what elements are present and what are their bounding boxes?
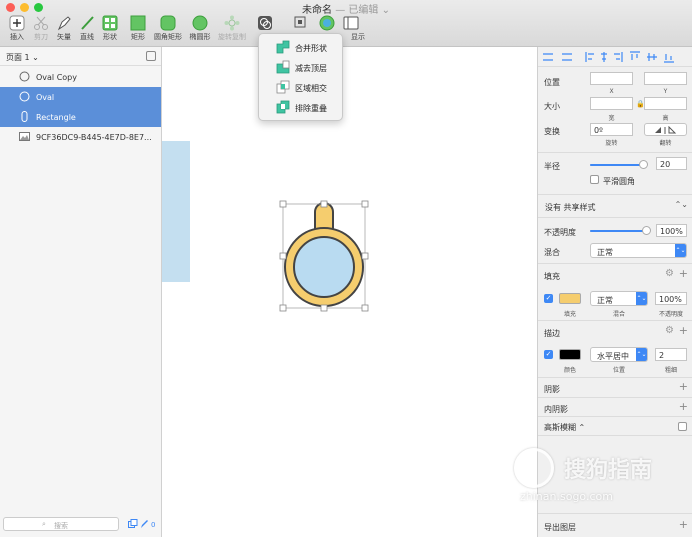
- grid-shapes-icon: [102, 15, 118, 31]
- boolean-operations-menu: 合并形状 减去顶层 区域相交 排除重叠: [258, 33, 343, 121]
- opacity-slider-fill: [590, 230, 647, 232]
- select-arrow-icon: ⌃⌄: [636, 348, 647, 361]
- opacity-field[interactable]: 100%: [656, 224, 687, 237]
- alignment-bar: [538, 47, 692, 67]
- shared-style-section[interactable]: 没有 共享样式 ⌃⌄: [538, 195, 692, 218]
- menu-item-intersect[interactable]: 区域相交: [259, 77, 344, 97]
- alignment-icons[interactable]: [542, 51, 692, 63]
- fill-blend-select[interactable]: 正常 ⌃⌄: [590, 291, 648, 306]
- gear-icon[interactable]: ⚙: [665, 325, 674, 336]
- search-icon: ⌕: [42, 520, 46, 528]
- combine-icon: [258, 16, 272, 30]
- canvas-artwork: [162, 141, 369, 312]
- opacity-slider[interactable]: [590, 226, 651, 235]
- fill-opacity-field[interactable]: 100%: [655, 292, 687, 305]
- add-inner-shadow-plus-icon[interactable]: +: [679, 400, 688, 413]
- radius-slider-fill: [590, 164, 645, 166]
- export-section: 导出图层 +: [538, 513, 692, 537]
- border-position-select[interactable]: 水平居中 ⌃⌄: [590, 347, 648, 362]
- inspector-panel: 位置 X Y 大小 🔒 宽 高 变换 0º 旋转 翻转 半径 20 平滑圆角 没…: [537, 47, 692, 537]
- smooth-corners-checkbox[interactable]: [590, 175, 599, 184]
- fill-color-swatch[interactable]: [559, 293, 581, 304]
- blur-enabled-checkbox[interactable]: [678, 422, 687, 431]
- rectangle-icon: [130, 15, 146, 31]
- add-border-plus-icon[interactable]: +: [679, 324, 688, 337]
- add-export-plus-icon[interactable]: +: [679, 518, 688, 531]
- oval-layer-icon: [19, 91, 30, 102]
- window-title: 未命名 — 已编辑 ⌄: [302, 5, 390, 16]
- inner-shadow-section: 内阴影 +: [538, 398, 692, 417]
- flip-buttons[interactable]: [644, 123, 687, 136]
- position-x-field[interactable]: [590, 72, 633, 85]
- layer-row-oval[interactable]: Oval: [0, 87, 161, 107]
- plus-icon: [9, 15, 25, 31]
- copy-icon[interactable]: [128, 519, 138, 529]
- layer-row-oval-copy[interactable]: Oval Copy: [0, 67, 161, 87]
- geometry-section: 位置 X Y 大小 🔒 宽 高 变换 0º 旋转 翻转 半径 20 平滑圆角: [538, 67, 692, 195]
- border-width-field[interactable]: 2: [655, 348, 687, 361]
- border-enabled-checkbox[interactable]: ✓: [544, 350, 553, 359]
- layers-panel: 页面 1 ⌄ Oval Copy Oval Rectangle 9CF36DC9…: [0, 47, 162, 537]
- add-fill-plus-icon[interactable]: +: [679, 267, 688, 280]
- union-icon: [276, 40, 290, 54]
- flip-icon: [655, 126, 677, 134]
- menu-item-subtract[interactable]: 减去顶层: [259, 57, 344, 77]
- oval-icon: [192, 15, 208, 31]
- blur-section: 高斯模糊 ⌃: [538, 417, 692, 436]
- fill-section: 填充 ⚙ + ✓ 正常 ⌃⌄ 100% 填充 混合 不透明度: [538, 264, 692, 321]
- layer-search-input[interactable]: ⌕ 搜索: [3, 517, 119, 531]
- border-section: 描边 ⚙ + ✓ 水平居中 ⌃⌄ 2 颜色 位置 粗细: [538, 321, 692, 378]
- radius-slider-knob[interactable]: [639, 160, 649, 169]
- oval-layer-icon: [19, 71, 30, 82]
- rotate-copies-tool[interactable]: 旋转复制: [215, 15, 249, 45]
- blend-mode-select[interactable]: 正常 ⌃⌄: [590, 243, 687, 258]
- oval-tool[interactable]: 椭圆形: [183, 15, 217, 45]
- edit-pen-icon[interactable]: [140, 519, 149, 529]
- border-color-swatch[interactable]: [559, 349, 581, 360]
- position-y-field[interactable]: [644, 72, 687, 85]
- menu-item-difference[interactable]: 排除重叠: [259, 97, 344, 117]
- radius-field[interactable]: 20: [656, 157, 687, 170]
- layer-row-bitmap[interactable]: 9CF36DC9-B445-4E7D-8E7...: [0, 127, 161, 147]
- divider: [538, 152, 692, 153]
- height-field[interactable]: [644, 97, 687, 110]
- opacity-slider-knob[interactable]: [642, 226, 651, 235]
- view-icon: [343, 16, 359, 30]
- width-field[interactable]: [590, 97, 633, 110]
- select-arrow-icon: ⌃⌄: [636, 292, 647, 305]
- mask-icon: [319, 15, 335, 31]
- difference-icon: [276, 100, 290, 114]
- layer-row-rectangle[interactable]: Rectangle: [0, 107, 161, 127]
- gear-icon[interactable]: ⚙: [665, 268, 674, 279]
- rectangle-tool[interactable]: 矩形: [121, 15, 155, 45]
- rounded-rectangle-layer-icon: [21, 111, 28, 122]
- oval-copy-shape[interactable]: [293, 236, 355, 298]
- fill-enabled-checkbox[interactable]: ✓: [544, 294, 553, 303]
- subtract-icon: [276, 60, 290, 74]
- rotation-field[interactable]: 0º: [590, 123, 633, 136]
- title-bar: 未命名 — 已编辑 ⌄ 插入 剪刀 矢量 直线 形状 矩形 圆角矩形 椭圆形 旋…: [0, 0, 692, 47]
- add-page-icon[interactable]: [146, 51, 156, 61]
- page-selector[interactable]: 页面 1 ⌄: [0, 47, 161, 66]
- layout-icon: [294, 16, 306, 28]
- page-label[interactable]: 页面 1 ⌄: [6, 52, 39, 63]
- radius-slider[interactable]: [590, 160, 649, 169]
- select-arrow-icon: ⌃⌄: [675, 244, 686, 257]
- bitmap-layer[interactable]: [162, 141, 190, 282]
- canvas[interactable]: [162, 47, 537, 537]
- intersect-icon: [276, 80, 290, 94]
- appearance-section: 不透明度 100% 混合 正常 ⌃⌄: [538, 218, 692, 264]
- shadow-section: 阴影 +: [538, 378, 692, 398]
- rounded-rectangle-tool[interactable]: 圆角矩形: [151, 15, 185, 45]
- rotate-copies-icon: [224, 15, 240, 31]
- add-shadow-plus-icon[interactable]: +: [679, 380, 688, 393]
- layer-count: 0: [151, 521, 156, 529]
- menu-item-union[interactable]: 合并形状: [259, 37, 344, 57]
- chevron-updown-icon: ⌃⌄: [674, 200, 688, 209]
- image-layer-icon: [19, 132, 30, 141]
- rounded-rectangle-icon: [160, 15, 176, 31]
